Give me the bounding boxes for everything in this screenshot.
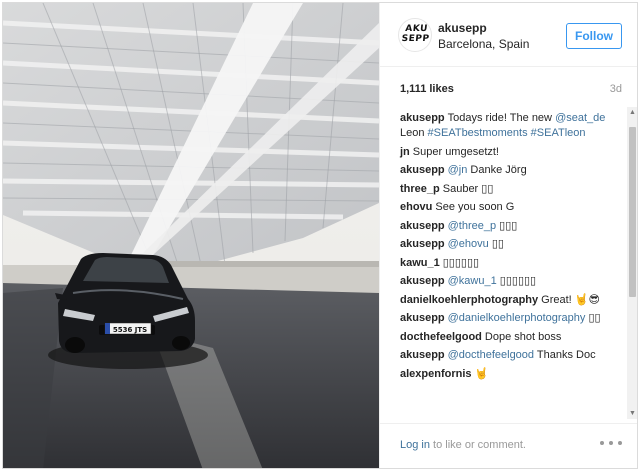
comment-mention-link[interactable]: @jn <box>448 164 468 176</box>
comment-username[interactable]: three_p <box>400 183 440 195</box>
scroll-up-arrow-icon[interactable]: ▲ <box>627 107 637 118</box>
comment-item: akusepp @three_p ▯▯▯ <box>400 219 622 234</box>
comment-text: See you soon G <box>435 201 515 213</box>
comment-item: akusepp @ehovu ▯▯ <box>400 237 622 252</box>
photo-illustration: 5536 JTS <box>3 3 379 468</box>
comment-username[interactable]: akusepp <box>400 164 445 176</box>
comment-username[interactable]: akusepp <box>400 220 445 232</box>
comment-text: Super umgesetzt! <box>412 145 499 158</box>
login-prompt-rest: to like or comment. <box>429 439 526 451</box>
comment-item: kawu_1 ▯▯▯▯▯▯ <box>400 256 622 271</box>
comment-username[interactable]: docthefeelgood <box>400 331 482 343</box>
comment-item: docthefeelgood Dope shot boss <box>400 330 622 345</box>
comment-mention-link[interactable]: @three_p <box>448 220 496 232</box>
comment-text: Leon <box>400 127 428 139</box>
comment-text: ▯▯ <box>488 238 504 250</box>
comment-text: ▯▯▯▯▯▯ <box>442 256 480 269</box>
follow-button[interactable]: Follow <box>566 23 622 49</box>
post-dialog: 5536 JTS AKU SEPP akusepp Barcelona, Spa… <box>2 2 638 469</box>
comment-username[interactable]: alexpenfornis <box>400 368 472 380</box>
comment-item: three_p Sauber ▯▯ <box>400 182 622 197</box>
comment-mention-link[interactable]: @danielkoehlerphotography <box>448 312 586 324</box>
comment-username[interactable]: kawu_1 <box>400 257 440 269</box>
comment-mention-link[interactable]: @seat_de <box>555 112 605 124</box>
comments-inner: akusepp Todays ride! The new @seat_de Leo… <box>400 111 622 385</box>
comment-item: akusepp Todays ride! The new @seat_de Leo… <box>400 111 622 141</box>
likes-row: 1,111 likes 3d <box>400 83 622 99</box>
comment-username[interactable]: akusepp <box>400 238 445 250</box>
scroll-down-arrow-icon[interactable]: ▼ <box>627 408 637 419</box>
comment-text: Great! 🤘😎 <box>541 293 600 306</box>
avatar-logo-text: AKU SEPP <box>401 24 430 44</box>
comment-mention-link[interactable]: @ehovu <box>448 238 489 250</box>
comment-footer: Log in to like or comment. <box>380 423 637 468</box>
comment-text: Dope shot boss <box>484 330 562 343</box>
username-link[interactable]: akusepp <box>438 21 487 35</box>
comment-username[interactable]: ehovu <box>400 201 432 213</box>
comment-username[interactable]: danielkoehlerphotography <box>400 294 538 306</box>
comment-item: alexpenfornis 🤘 <box>400 367 622 382</box>
more-options-icon[interactable] <box>600 441 622 447</box>
comment-username[interactable]: akusepp <box>400 312 445 324</box>
comment-mention-link[interactable]: #SEATleon <box>531 127 586 139</box>
comment-text: Sauber ▯▯ <box>442 182 494 195</box>
login-link[interactable]: Log in <box>400 439 430 451</box>
comment-item: akusepp @docthefeelgood Thanks Doc <box>400 348 622 363</box>
avatar[interactable]: AKU SEPP <box>398 18 432 52</box>
comment-text: Thanks Doc <box>534 349 596 361</box>
comment-text: 🤘 <box>474 367 489 380</box>
comment-mention-link[interactable]: #SEATbestmoments <box>428 127 528 139</box>
likes-count[interactable]: 1,111 likes <box>400 83 454 95</box>
comment-text: ▯▯ <box>585 312 601 324</box>
comment-text: ▯▯▯ <box>496 219 518 232</box>
comment-username[interactable]: akusepp <box>400 275 445 287</box>
comment-username[interactable]: akusepp <box>400 112 445 124</box>
license-plate-text: 5536 JTS <box>113 326 147 334</box>
comment-item: akusepp @jn Danke Jörg <box>400 163 622 178</box>
location-link[interactable]: Barcelona, Spain <box>438 37 529 51</box>
comment-item: akusepp @danielkoehlerphotography ▯▯ <box>400 311 622 326</box>
comment-mention-link[interactable]: @kawu_1 <box>448 275 497 287</box>
comment-item: danielkoehlerphotography Great! 🤘😎 <box>400 293 622 308</box>
comment-text: Danke Jörg <box>467 164 527 176</box>
post-sidebar: AKU SEPP akusepp Barcelona, Spain Follow… <box>379 3 637 468</box>
post-photo[interactable]: 5536 JTS <box>3 3 379 468</box>
comment-username[interactable]: akusepp <box>400 349 445 361</box>
comment-item: ehovu See you soon G <box>400 200 622 215</box>
comment-username[interactable]: jn <box>400 146 410 158</box>
comments-list[interactable]: akusepp Todays ride! The new @seat_de Leo… <box>380 107 637 419</box>
scrollbar-thumb[interactable] <box>629 127 636 297</box>
post-header: AKU SEPP akusepp Barcelona, Spain Follow <box>380 3 637 67</box>
post-age[interactable]: 3d <box>610 83 622 95</box>
comment-text: ▯▯▯▯▯▯ <box>496 275 537 287</box>
comment-item: akusepp @kawu_1 ▯▯▯▯▯▯ <box>400 274 622 289</box>
comments-scrollbar[interactable]: ▲ ▼ <box>627 107 637 419</box>
comment-text: Todays ride! The new <box>447 112 556 124</box>
comment-mention-link[interactable]: @docthefeelgood <box>448 349 534 361</box>
login-prompt: Log in to like or comment. <box>400 439 526 451</box>
comment-item: jn Super umgesetzt! <box>400 145 622 160</box>
